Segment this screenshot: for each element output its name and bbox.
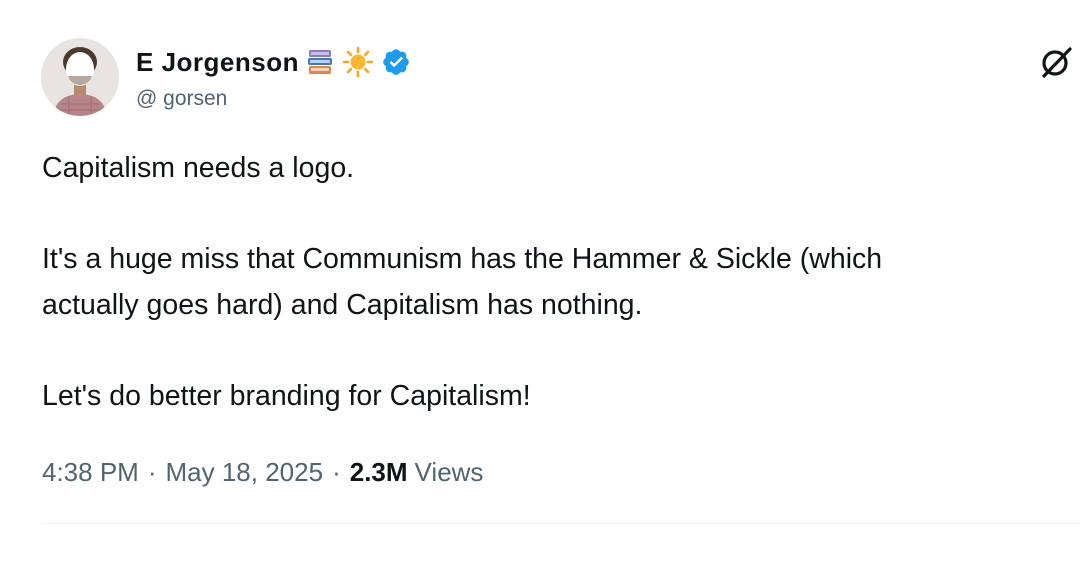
verified-badge-icon[interactable] [379,45,413,79]
divider [42,523,1080,524]
tweet-header: E Jorgenson @ gorsen [136,40,896,112]
tweet-paragraph-1: Capitalism needs a logo. [42,152,355,184]
author-name-row[interactable]: E Jorgenson [136,42,413,82]
grok-icon[interactable] [1038,44,1074,80]
tweet-text: Capitalism needs a logo. It's a huge mis… [42,145,1052,419]
author-display-name[interactable]: E Jorgenson [136,47,299,78]
tweet-paragraph-2-line-1: It's a huge miss that Communism has the … [42,243,883,275]
tweet-paragraph-2-line-2: actually goes hard) and Capitalism has n… [42,289,643,321]
author-handle[interactable]: @ gorsen [136,87,227,111]
tweet-date[interactable]: May 18, 2025 [166,457,324,488]
author-handle-row[interactable]: @ gorsen [136,84,227,114]
tweet-meta: 4:38 PM · May 18, 2025 · 2.3M Views [42,454,483,490]
views-count[interactable]: 2.3M [350,457,408,488]
meta-separator: · [147,456,157,487]
avatar[interactable] [41,38,119,116]
sun-emoji-icon [341,45,375,79]
avatar-image [41,38,119,116]
tweet-paragraph-3: Let's do better branding for Capitalism! [42,380,531,412]
tweet-time[interactable]: 4:38 PM [42,457,139,488]
books-emoji-icon [303,45,337,79]
meta-separator: · [332,456,341,487]
views-label[interactable]: Views [415,457,484,488]
